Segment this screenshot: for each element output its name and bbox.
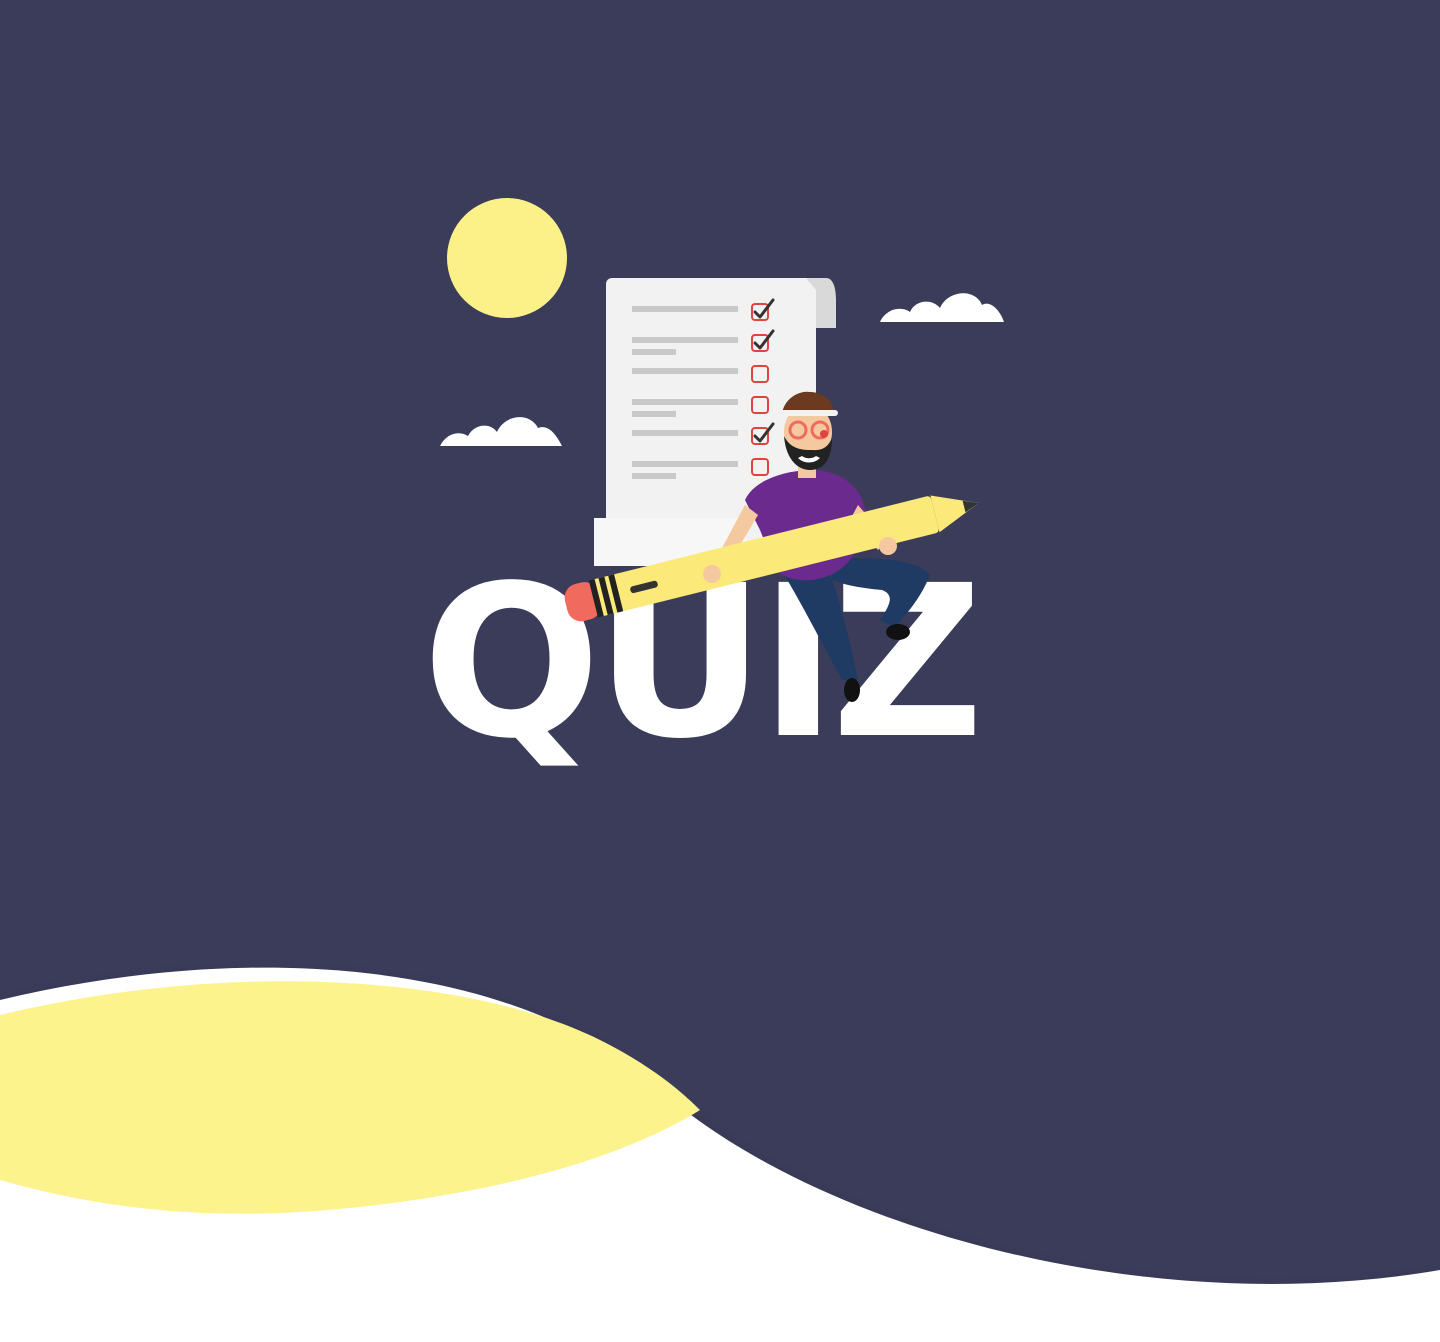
sun-icon (447, 198, 567, 318)
quiz-illustration: QUIZ (0, 0, 1440, 1342)
hand (879, 537, 897, 555)
hand (703, 565, 721, 583)
